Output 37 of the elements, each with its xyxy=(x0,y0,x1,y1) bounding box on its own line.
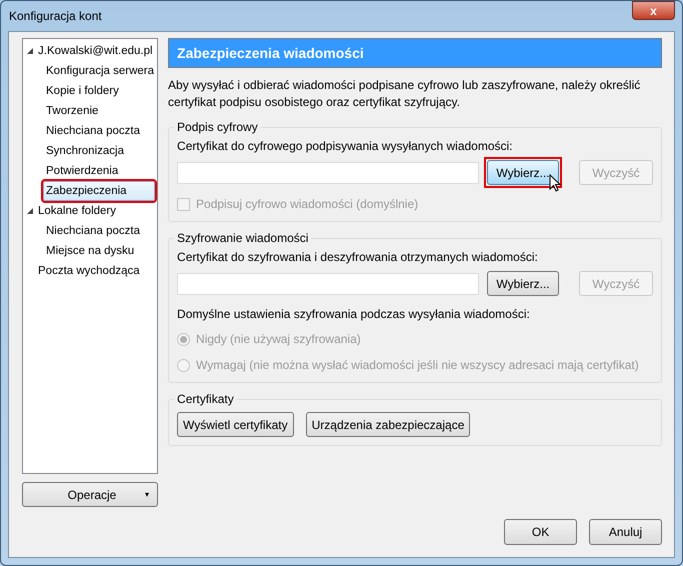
radio-label: Nigdy (nie używaj szyfrowania) xyxy=(196,331,361,348)
certificate-button[interactable]: Wyświetl certyfikaty xyxy=(177,412,294,437)
tree-item[interactable]: Kopie i foldery xyxy=(43,81,156,101)
close-button[interactable]: x xyxy=(632,1,675,20)
certificate-field[interactable] xyxy=(177,162,480,184)
certificate-field[interactable] xyxy=(177,272,480,294)
certificate-button[interactable]: Urządzenia zabezpieczające xyxy=(306,412,470,437)
tree-item[interactable]: J.Kowalski@wit.edu.pl xyxy=(35,41,156,61)
description-text: Aby wysyłać i odbierać wiadomości podpisane cyfrowo lub zaszyfrowane, należy określić certyfikat podpisu osobistego oraz certyfikat szyfrujący. xyxy=(168,77,642,111)
select-button[interactable]: Wybierz... xyxy=(487,160,560,185)
field-label: Certyfikat do cyfrowego podpisywania wysyłanych wiadomości: xyxy=(177,138,514,154)
tree-item[interactable]: Lokalne foldery xyxy=(35,201,156,221)
cursor-icon xyxy=(549,174,562,193)
group-title: Certyfikaty xyxy=(174,391,237,407)
tree-item[interactable]: Potwierdzenia xyxy=(43,161,156,181)
tree-item[interactable]: Synchronizacja xyxy=(43,141,156,161)
window-title: Konfiguracja kont xyxy=(8,8,103,25)
select-button[interactable]: Wybierz... xyxy=(487,271,560,296)
tree-item[interactable]: Niechciana poczta xyxy=(43,121,156,141)
tree-item[interactable]: Niechciana poczta xyxy=(43,221,156,241)
dialog-button[interactable]: OK xyxy=(504,519,578,545)
tree-item[interactable]: Miejsce na dysku xyxy=(43,241,156,261)
tree-item[interactable]: Poczta wychodząca xyxy=(35,261,156,281)
tree-item[interactable]: Tworzenie xyxy=(43,101,156,121)
expand-arrow-icon[interactable] xyxy=(27,48,33,54)
dialog-button[interactable]: Anuluj xyxy=(589,519,662,545)
operations-button[interactable]: Operacje ▾ xyxy=(22,482,158,507)
tree-item[interactable]: Konfiguracja serwera xyxy=(43,61,156,81)
radio-label: Wymagaj (nie można wysłać wiadomości jeśli nie wszyscy adresaci mają certyfikat) xyxy=(196,357,639,374)
checkbox-label: Podpisuj cyfrowo wiadomości (domyślnie) xyxy=(196,196,418,213)
defaults-label: Domyślne ustawienia szyfrowania podczas wysyłania wiadomości: xyxy=(177,306,531,322)
page-header: Zabezpieczenia wiadomości xyxy=(168,38,662,68)
group-title: Podpis cyfrowy xyxy=(174,119,261,135)
tree-item[interactable]: Zabezpieczenia xyxy=(43,181,156,201)
group-title: Szyfrowanie wiadomości xyxy=(174,230,312,246)
field-label: Certyfikat do szyfrowania i deszyfrowania otrzymanych wiadomości: xyxy=(177,249,539,265)
expand-arrow-icon[interactable] xyxy=(27,208,33,214)
